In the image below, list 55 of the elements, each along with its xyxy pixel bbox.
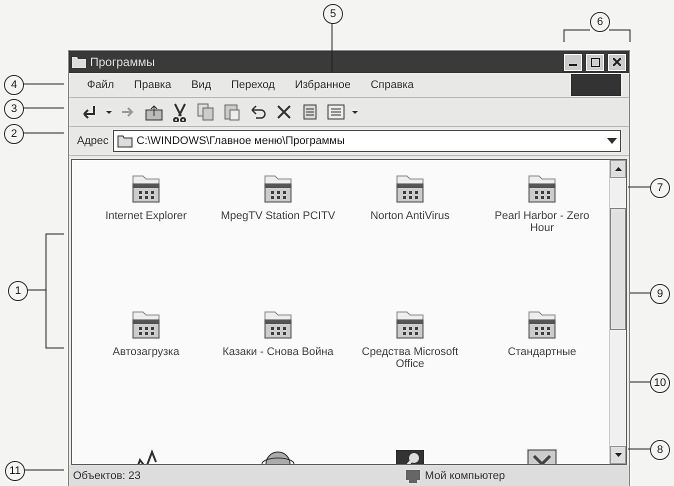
dropdown-icon[interactable]	[607, 138, 617, 144]
item-label[interactable]: Norton AntiVirus	[351, 210, 469, 222]
address-field[interactable]: C:\WINDOWS\Главное меню\Программы	[112, 130, 621, 152]
down-arrow-icon	[614, 453, 622, 457]
callout-number: 4	[4, 75, 24, 95]
callout-number: 11	[5, 461, 25, 481]
menu-item[interactable]: Переход	[221, 73, 285, 97]
callout-number: 2	[4, 124, 24, 144]
computer-icon	[404, 469, 421, 483]
views-icon	[326, 102, 346, 122]
folder-icon	[116, 134, 132, 148]
item-label[interactable]: MpegTV Station PCITV	[219, 210, 337, 222]
scroll-down-button[interactable]	[610, 446, 626, 464]
leader-line	[22, 132, 64, 134]
leader-line	[628, 186, 650, 188]
close-icon	[613, 58, 621, 66]
callout-number: 9	[650, 284, 670, 304]
menu-item[interactable]: Справка	[360, 73, 424, 97]
callout-number: 3	[4, 99, 24, 119]
menu-item[interactable]: Избранное	[284, 73, 361, 97]
leader-line	[564, 30, 630, 42]
address-value: C:\WINDOWS\Главное меню\Программы	[136, 135, 346, 147]
callout-number: 1	[8, 281, 28, 301]
minimize-button[interactable]	[564, 54, 582, 70]
scroll-thumb[interactable]	[610, 208, 626, 330]
menu-item[interactable]: Правка	[124, 73, 182, 97]
scroll-up-button[interactable]	[610, 160, 626, 178]
object-count: Объектов: 23	[73, 470, 141, 482]
location-label: Мой компьютер	[424, 470, 505, 482]
copy-icon	[196, 102, 216, 122]
callout-number: 5	[323, 4, 343, 24]
maximize-button[interactable]	[586, 54, 604, 70]
window-title: Программы	[90, 55, 156, 69]
close-button[interactable]	[608, 54, 626, 70]
item-label[interactable]: Средства Microsoft Office	[351, 346, 469, 370]
item-label[interactable]: Internet Explorer	[87, 210, 205, 222]
maximize-icon	[590, 58, 600, 66]
callout-number: 8	[650, 440, 670, 460]
callout-number: 10	[650, 373, 670, 393]
leader-line	[630, 292, 650, 294]
menu-item[interactable]: Вид	[181, 73, 222, 97]
callout-number: 6	[590, 12, 610, 32]
item-label[interactable]: Стандартные	[483, 346, 601, 358]
menu-item[interactable]: Файл	[77, 73, 124, 97]
callout-number: 7	[650, 178, 670, 198]
up-arrow-icon	[614, 167, 622, 171]
leader-line	[628, 448, 650, 450]
paste-icon	[222, 102, 242, 122]
item-label[interactable]: Автозагрузка	[87, 346, 205, 358]
folder-icon	[72, 56, 86, 68]
caret-icon	[106, 110, 112, 114]
caret-icon	[352, 110, 358, 114]
address-label: Адрес	[77, 135, 108, 147]
item-label[interactable]: Pearl Harbor - Zero Hour	[483, 210, 601, 234]
item-label[interactable]: Казаки - Снова Война	[219, 346, 337, 358]
